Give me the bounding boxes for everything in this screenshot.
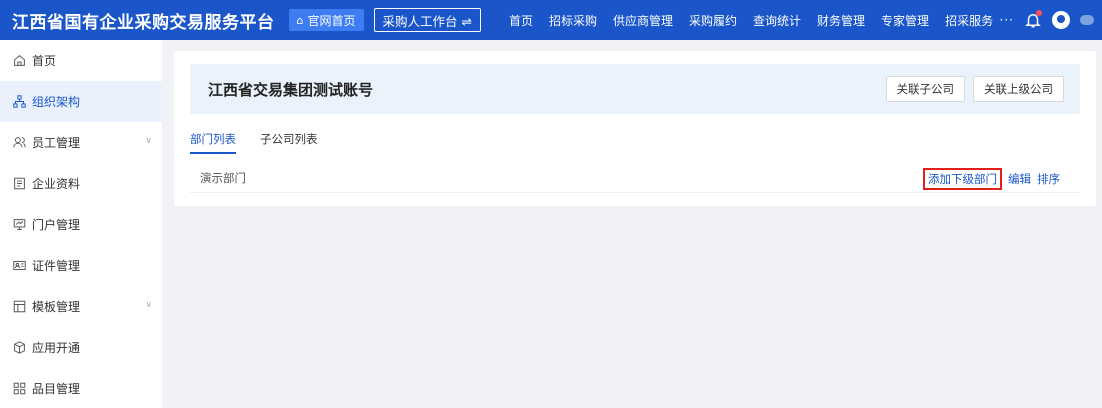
workbench-switch-button[interactable]: 采购人工作台 ⇌ [373, 8, 481, 32]
official-home-label: 官网首页 [307, 13, 356, 28]
document-icon [12, 177, 26, 191]
sidebar-item-certificates[interactable]: 证件管理 [0, 245, 162, 286]
sidebar-item-employees[interactable]: 员工管理 ∨ [0, 122, 162, 163]
notification-dot [1036, 10, 1042, 16]
sort-department-link[interactable]: 排序 [1037, 171, 1060, 187]
nav-item-bidding[interactable]: 招标采购 [541, 12, 605, 29]
sidebar-item-templates[interactable]: 模板管理 ∨ [0, 286, 162, 327]
link-subsidiary-button[interactable]: 关联子公司 [885, 76, 965, 102]
sidebar-item-label: 品目管理 [32, 382, 81, 396]
sidebar-item-label: 门户管理 [32, 218, 81, 232]
sidebar-item-label: 首页 [32, 54, 57, 68]
edit-department-link[interactable]: 编辑 [1008, 171, 1031, 187]
avatar[interactable] [1052, 11, 1070, 29]
link-parent-company-button[interactable]: 关联上级公司 [973, 76, 1064, 102]
sidebar-item-company-info[interactable]: 企业资料 [0, 163, 162, 204]
chevron-down-icon: ∨ [145, 136, 152, 146]
tab-department-list[interactable]: 部门列表 [190, 131, 236, 154]
workbench-label: 采购人工作台 ⇌ [382, 13, 472, 29]
list-tabs: 部门列表 子公司列表 [190, 131, 318, 154]
sidebar: 首页 组织架构 员工管理 ∨ 企业资料 门户管理 证件管理 模板管理 ∨ 应用开… [0, 40, 162, 408]
table-row: 演示部门 添加下级部门 编辑 排序 [190, 163, 1080, 193]
top-navbar: 江西省国有企业采购交易服务平台 ⌂ 官网首页 采购人工作台 ⇌ 首页 招标采购 … [0, 0, 1102, 40]
add-sub-department-link[interactable]: 添加下级部门 [923, 168, 1002, 190]
nav-item-fulfillment[interactable]: 采购履约 [681, 12, 745, 29]
platform-title: 江西省国有企业采购交易服务平台 [12, 12, 275, 33]
sidebar-item-organization[interactable]: 组织架构 [0, 81, 162, 122]
users-icon [12, 136, 26, 150]
grid-icon [12, 382, 26, 396]
top-nav-menu: 首页 招标采购 供应商管理 采购履约 查询统计 财务管理 专家管理 招采服务 [501, 12, 1001, 29]
top-right-tools: ··· [1000, 0, 1102, 40]
department-actions: 添加下级部门 编辑 排序 [923, 168, 1060, 190]
sidebar-item-label: 组织架构 [32, 95, 81, 109]
department-name: 演示部门 [200, 170, 246, 185]
tab-subsidiary-list[interactable]: 子公司列表 [260, 131, 318, 153]
username-blurred[interactable] [1080, 15, 1094, 25]
nav-item-services[interactable]: 招采服务 [937, 12, 1001, 29]
company-name: 江西省交易集团测试账号 [208, 80, 374, 99]
nav-item-home[interactable]: 首页 [501, 12, 541, 29]
sidebar-item-categories[interactable]: 品目管理 [0, 368, 162, 408]
sidebar-item-label: 证件管理 [32, 259, 81, 273]
company-actions: 关联子公司 关联上级公司 [885, 76, 1064, 102]
chevron-down-icon: ∨ [145, 300, 152, 310]
nav-item-experts[interactable]: 专家管理 [873, 12, 937, 29]
official-home-button[interactable]: ⌂ 官网首页 [288, 9, 364, 31]
id-card-icon [12, 259, 26, 273]
more-menu-button[interactable]: ··· [1000, 13, 1014, 27]
sidebar-item-home[interactable]: 首页 [0, 40, 162, 81]
monitor-icon [12, 218, 26, 232]
box-icon [12, 341, 26, 355]
org-icon [12, 95, 26, 109]
sidebar-item-label: 应用开通 [32, 341, 81, 355]
home-icon: ⌂ [296, 13, 304, 27]
nav-item-statistics[interactable]: 查询统计 [745, 12, 809, 29]
sidebar-item-portal[interactable]: 门户管理 [0, 204, 162, 245]
sidebar-item-label: 模板管理 [32, 300, 81, 314]
sidebar-item-label: 员工管理 [32, 136, 81, 150]
main-card: 江西省交易集团测试账号 关联子公司 关联上级公司 部门列表 子公司列表 演示部门… [174, 51, 1096, 206]
nav-item-finance[interactable]: 财务管理 [809, 12, 873, 29]
bell-icon[interactable] [1024, 10, 1042, 29]
nav-item-suppliers[interactable]: 供应商管理 [605, 12, 681, 29]
template-icon [12, 300, 26, 314]
sidebar-item-apps[interactable]: 应用开通 [0, 327, 162, 368]
sidebar-item-label: 企业资料 [32, 177, 81, 191]
company-header: 江西省交易集团测试账号 关联子公司 关联上级公司 [190, 64, 1080, 114]
home-icon [12, 54, 26, 68]
